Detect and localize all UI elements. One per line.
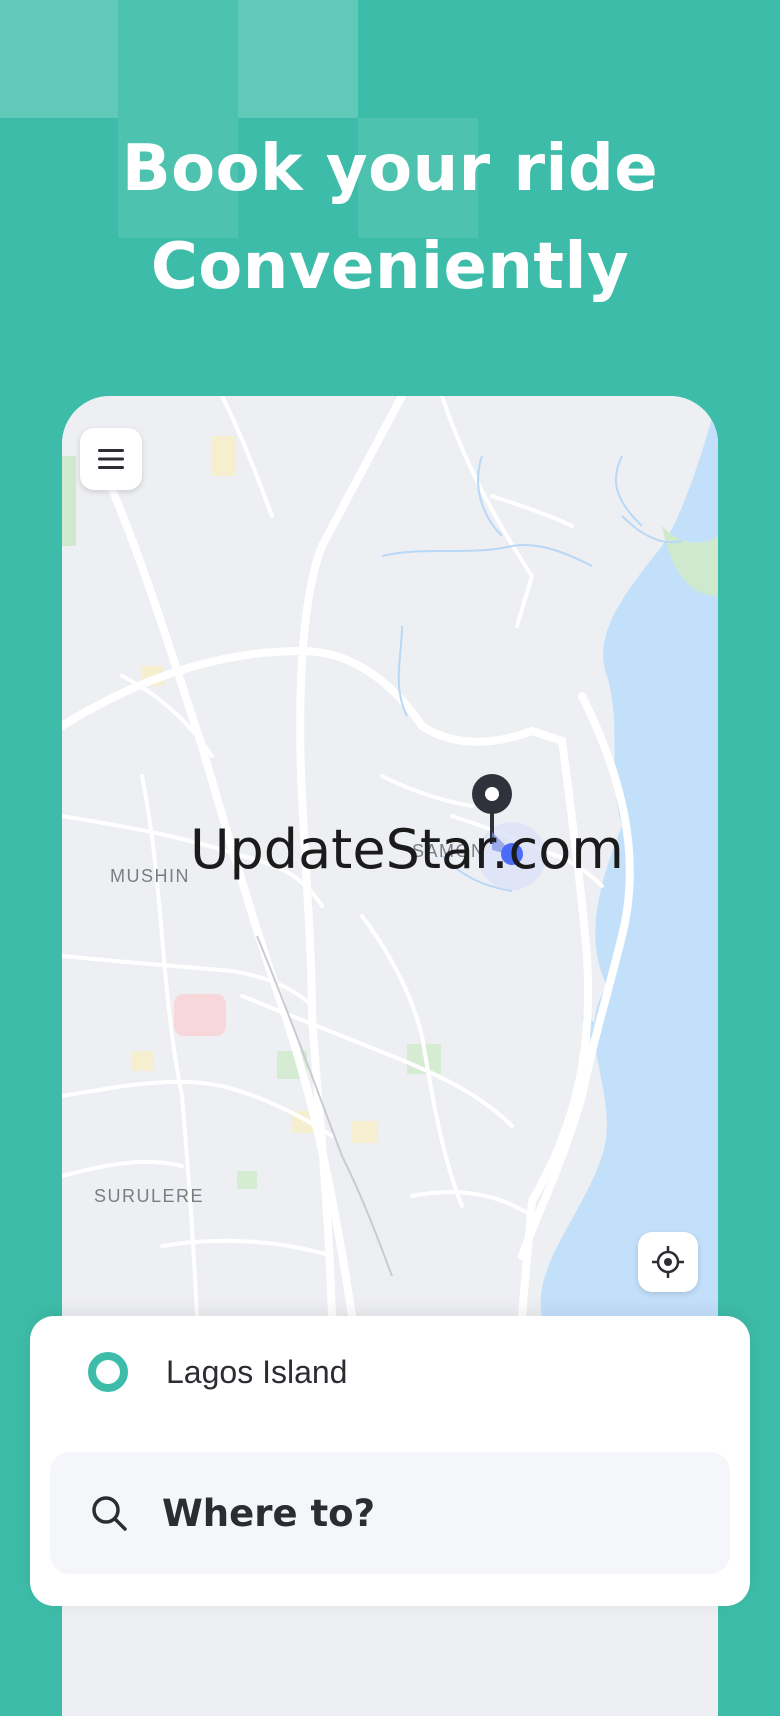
origin-marker-icon — [88, 1352, 128, 1392]
origin-row[interactable]: Lagos Island — [88, 1352, 347, 1392]
map-label-mushin: MUSHIN — [110, 866, 190, 886]
hamburger-menu-icon — [98, 449, 124, 469]
destination-search-input[interactable]: Where to? — [50, 1452, 730, 1574]
decor-tile — [0, 0, 118, 118]
watermark-text: UpdateStar.com — [190, 818, 624, 881]
booking-sheet: Lagos Island Where to? — [30, 1316, 750, 1606]
map-label-surulere: SURULERE — [94, 1186, 205, 1206]
search-icon — [92, 1496, 127, 1531]
crosshair-locate-icon — [652, 1246, 684, 1278]
locate-me-button[interactable] — [638, 1232, 698, 1292]
headline-line-1: Book your ride — [121, 132, 659, 206]
origin-location-text: Lagos Island — [166, 1353, 348, 1390]
decor-tile — [118, 0, 238, 118]
headline-line-2: Conveniently — [150, 230, 630, 304]
menu-button[interactable] — [80, 428, 142, 490]
destination-placeholder: Where to? — [162, 1491, 376, 1535]
decor-tile — [238, 0, 358, 118]
